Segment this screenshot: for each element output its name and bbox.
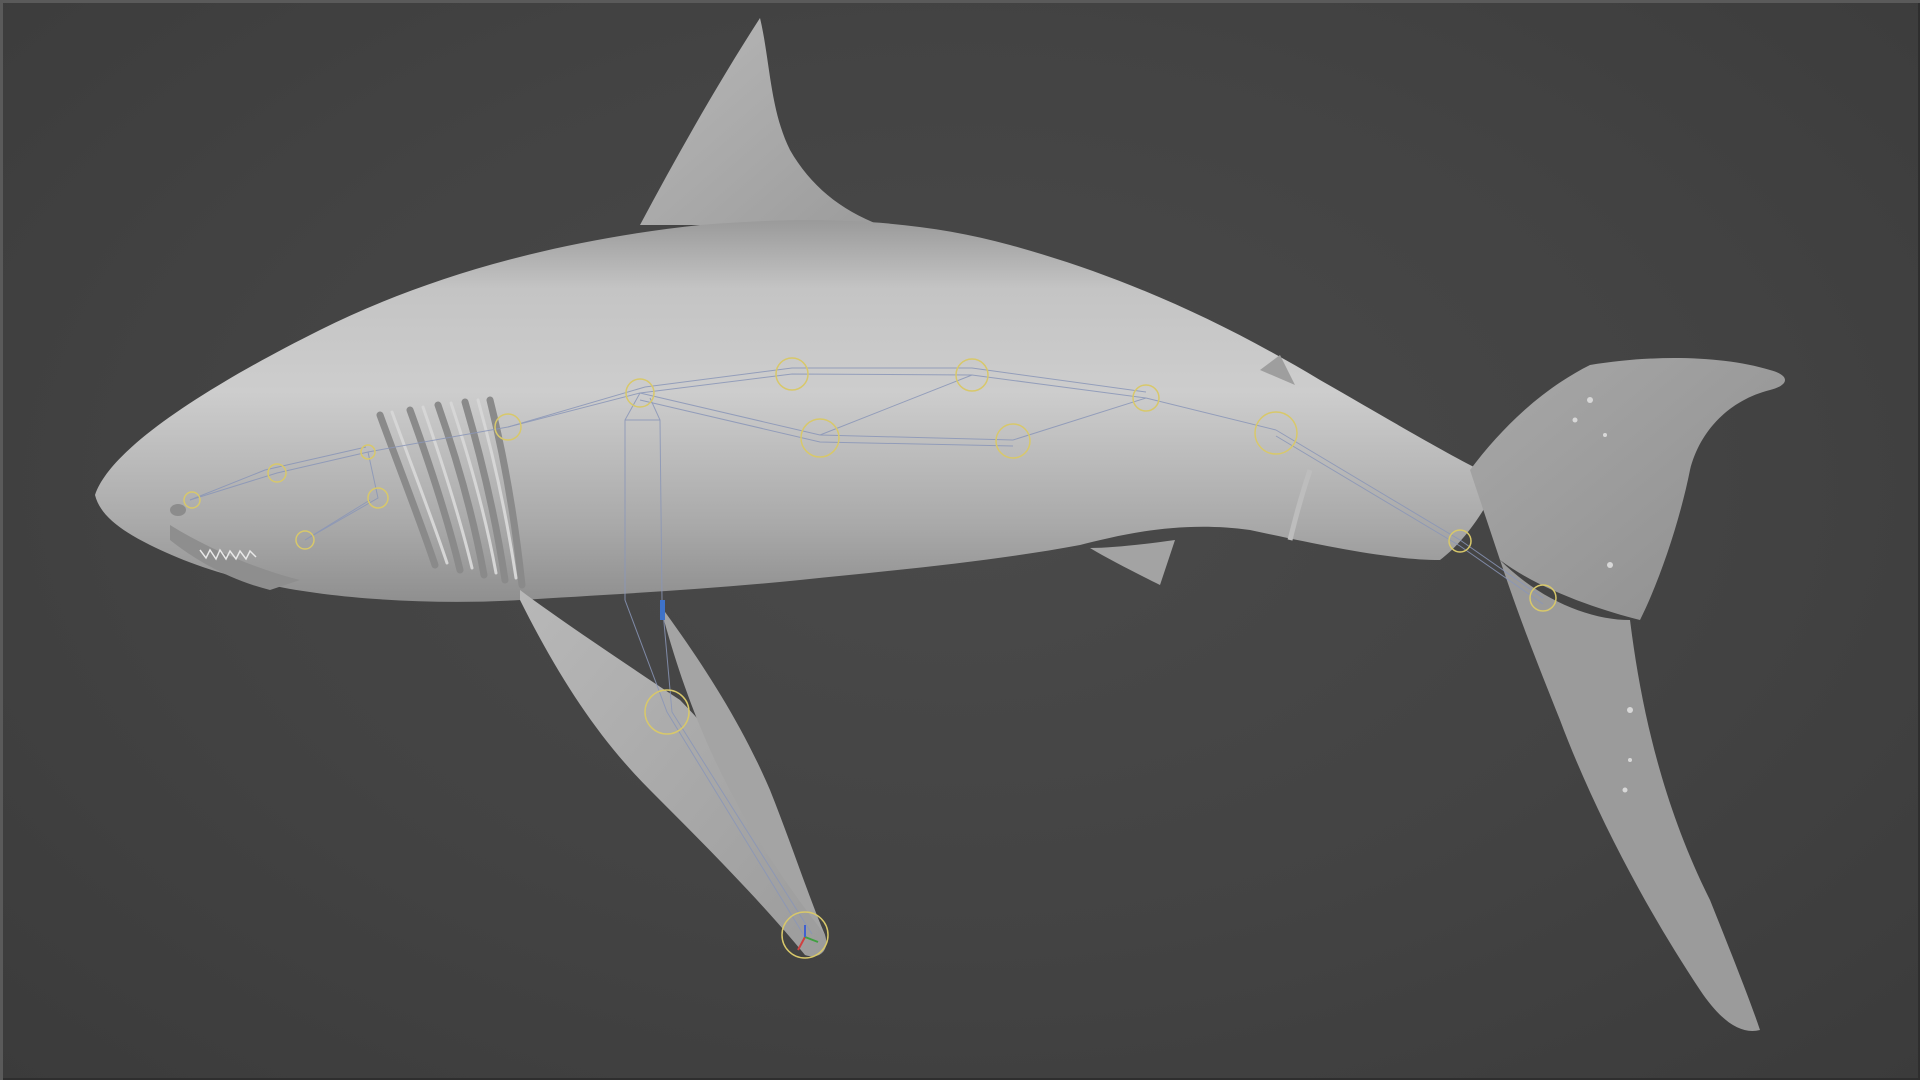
shark-body[interactable] [95, 220, 1500, 602]
viewport-scene[interactable] [0, 0, 1920, 1080]
pelvic-fin[interactable] [1090, 540, 1175, 585]
shark-eye [170, 504, 186, 516]
shark-mesh[interactable] [95, 18, 1785, 1031]
joint-pectoral-root-marker[interactable] [660, 600, 665, 620]
caudal-fin-lower[interactable] [1500, 560, 1760, 1031]
3d-viewport[interactable] [0, 0, 1920, 1080]
dorsal-fin[interactable] [640, 18, 880, 225]
